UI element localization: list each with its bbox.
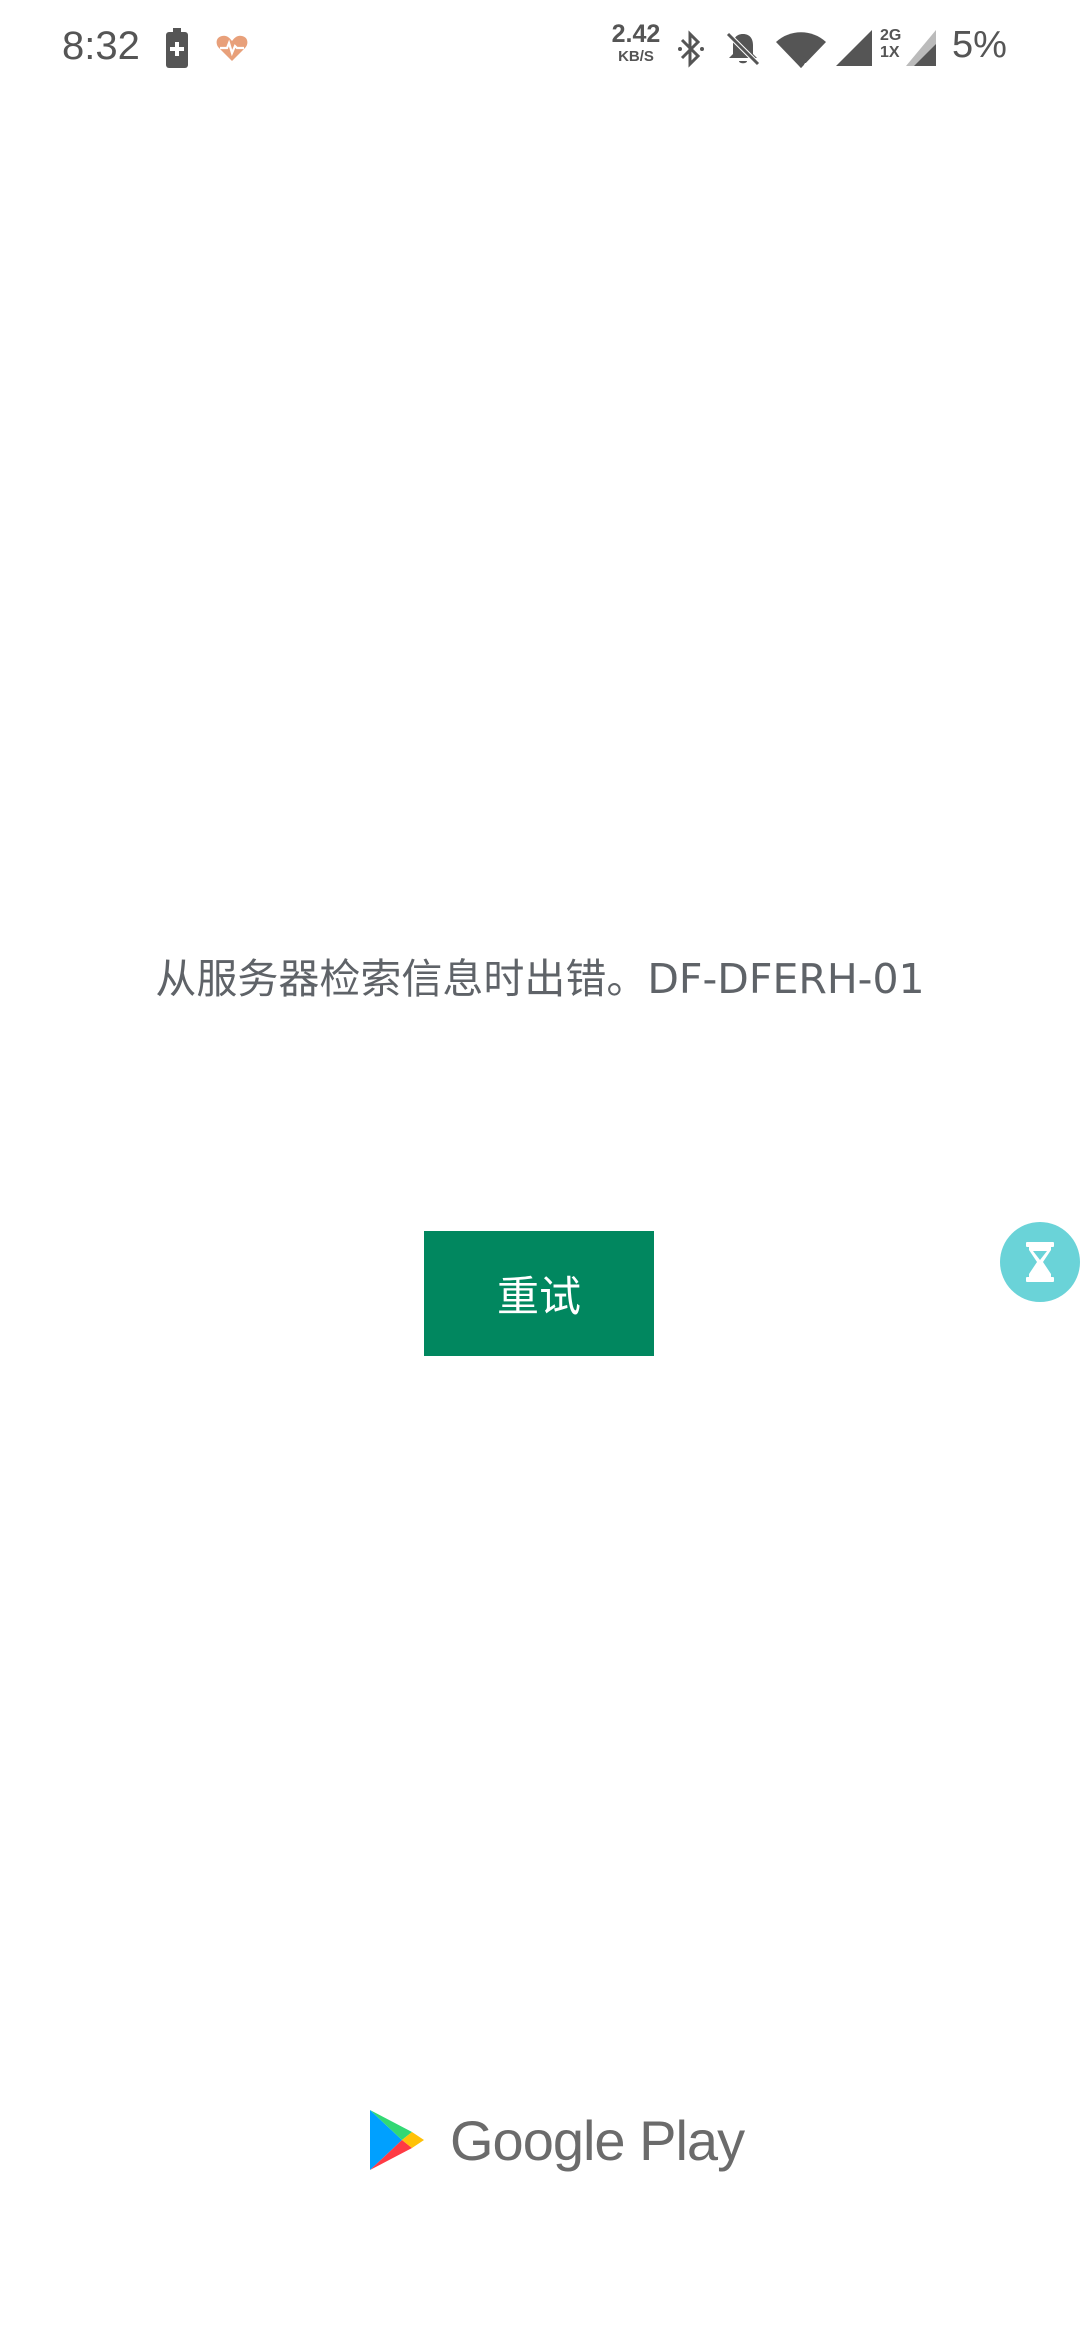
net-type-bottom: 1X bbox=[880, 43, 900, 61]
floating-hourglass-bubble[interactable] bbox=[1000, 1222, 1080, 1302]
play-triangle-icon bbox=[370, 2110, 424, 2170]
net-type: 2G 1X bbox=[880, 27, 902, 62]
google-play-logo: Google Play bbox=[368, 2100, 745, 2180]
battery-charging-icon bbox=[166, 28, 188, 68]
signal-2-icon bbox=[906, 30, 936, 66]
google-play-wordmark: Google Play bbox=[450, 2108, 745, 2172]
retry-button[interactable]: 重试 bbox=[424, 1231, 654, 1356]
bluetooth-icon bbox=[678, 30, 704, 68]
health-heart-icon bbox=[216, 35, 248, 61]
signal-icon bbox=[836, 30, 872, 66]
net-type-top: 2G bbox=[880, 27, 902, 44]
bell-muted-icon bbox=[726, 32, 760, 66]
wifi-icon bbox=[776, 32, 826, 68]
net-speed-value: 2.42 bbox=[611, 20, 661, 48]
status-time: 8:32 bbox=[62, 24, 140, 68]
screen: 8:32 2.42 KB/S 2G 1X 5% 从服务器检索信息时出错。DF-D… bbox=[0, 0, 1080, 2336]
net-speed-unit: KB/S bbox=[618, 48, 654, 65]
status-bar: 8:32 2.42 KB/S 2G 1X 5% bbox=[0, 0, 1080, 96]
battery-percent: 5% bbox=[952, 24, 1007, 66]
error-message: 从服务器检索信息时出错。DF-DFERH-01 bbox=[155, 955, 925, 1003]
net-speed: 2.42 KB/S bbox=[608, 20, 664, 65]
